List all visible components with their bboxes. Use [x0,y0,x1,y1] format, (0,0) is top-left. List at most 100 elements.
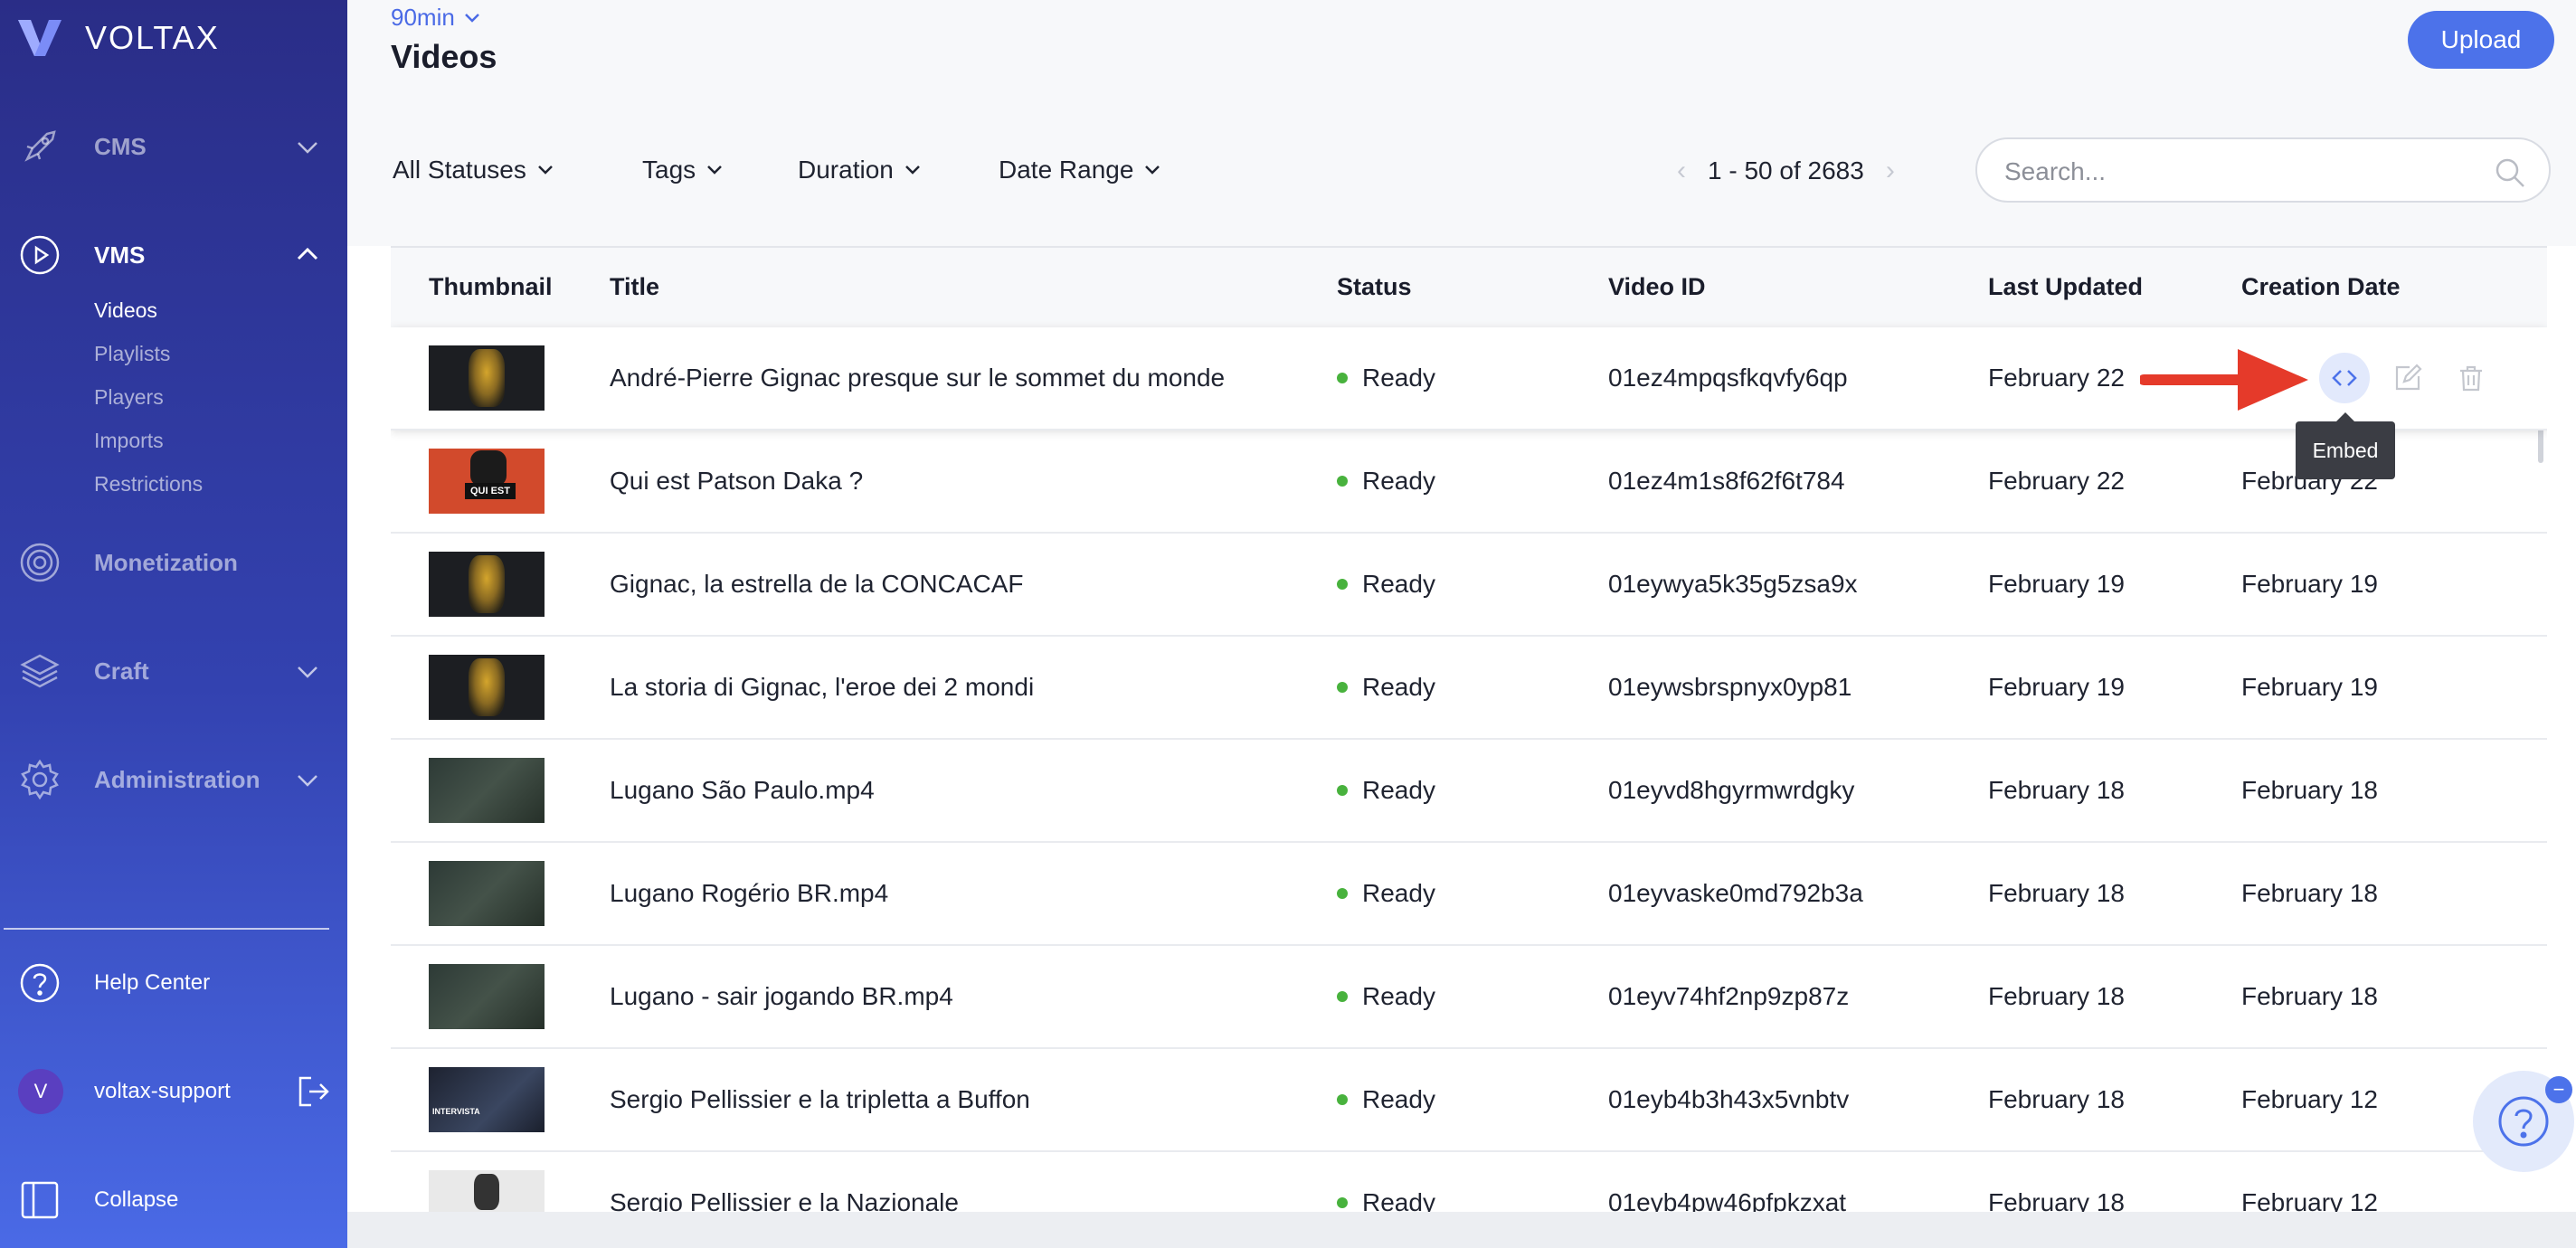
table-row[interactable]: Gignac, la estrella de la CONCACAF Ready… [391,534,2547,637]
table-row[interactable]: Sergio Pellissier e la Nazionale Ready 0… [391,1152,2547,1212]
sidebar-item-imports[interactable]: Imports [94,429,164,453]
video-title[interactable]: Lugano Rogério BR.mp4 [610,879,888,908]
chevron-down-icon [298,775,317,787]
nav-cms-label: CMS [94,132,147,160]
status-text: Ready [1362,1188,1435,1212]
nav-craft-label: Craft [94,657,149,685]
table-row[interactable]: Lugano São Paulo.mp4 Ready 01eyvd8hgyrmw… [391,740,2547,843]
status-text: Ready [1362,776,1435,804]
last-updated: February 18 [1988,1085,2125,1113]
video-id: 01ez4m1s8f62f6t784 [1608,467,1845,495]
table-row[interactable]: QUI EST Qui est Patson Daka ? Ready 01ez… [391,430,2547,534]
sidebar-item-videos[interactable]: Videos [94,298,157,323]
creation-date: February 18 [2241,982,2378,1010]
creation-date: February 12 [2241,1085,2378,1113]
video-title[interactable]: Sergio Pellissier e la tripletta a Buffo… [610,1085,1030,1114]
creation-date: February 19 [2241,673,2378,701]
chevron-left-icon[interactable]: ‹ [1677,156,1686,186]
edit-icon [2395,364,2422,391]
sidebar-item-restrictions[interactable]: Restrictions [94,472,203,496]
column-status[interactable]: Status [1337,273,1412,301]
video-title[interactable]: Lugano São Paulo.mp4 [610,776,875,805]
video-thumbnail[interactable]: INTERVISTA [429,1067,545,1132]
nav-monetization[interactable]: Monetization [0,526,347,599]
video-thumbnail[interactable] [429,345,545,411]
help-circle-icon [18,961,62,1005]
table-row[interactable]: La storia di Gignac, l'eroe dei 2 mondi … [391,637,2547,740]
column-title[interactable]: Title [610,273,659,301]
page-title: Videos [391,38,497,75]
tags-filter-label: Tags [642,156,696,184]
search-icon[interactable] [2495,157,2525,188]
status-text: Ready [1362,570,1435,598]
video-thumbnail[interactable] [429,861,545,926]
upload-button[interactable]: Upload [2408,11,2554,69]
video-id: 01eyvd8hgyrmwrdgky [1608,776,1855,804]
collapse-button[interactable]: Collapse [0,1168,347,1232]
nav-administration[interactable]: Administration [0,743,347,816]
chevron-down-icon [298,667,317,678]
video-id: 01eyb4b3h43x5vnbtv [1608,1085,1850,1113]
creation-date: February 18 [2241,879,2378,907]
video-thumbnail[interactable] [429,1170,545,1212]
date-range-filter-label: Date Range [999,156,1134,184]
column-last-updated[interactable]: Last Updated [1988,273,2143,301]
table-header: Thumbnail Title Status Video ID Last Upd… [391,246,2547,327]
status-badge: Ready [1337,879,1435,908]
duration-filter[interactable]: Duration [798,156,923,184]
video-title[interactable]: André-Pierre Gignac presque sur le somme… [610,364,1225,392]
table-row[interactable]: INTERVISTA Sergio Pellissier e la triple… [391,1049,2547,1152]
nav-vms[interactable]: VMS [0,219,347,291]
embed-button[interactable] [2319,353,2370,403]
status-badge: Ready [1337,1188,1435,1212]
minimize-badge[interactable]: − [2545,1076,2572,1103]
video-id: 01ez4mpqsfkqvfy6qp [1608,364,1848,392]
status-text: Ready [1362,467,1435,495]
help-center-link[interactable]: Help Center [0,951,347,1015]
video-title[interactable]: La storia di Gignac, l'eroe dei 2 mondi [610,673,1034,702]
nav-monetization-label: Monetization [94,548,238,576]
sidebar-collapse-icon [18,1178,62,1222]
last-updated: February 18 [1988,776,2125,804]
edit-button[interactable] [2382,353,2433,403]
video-thumbnail[interactable] [429,964,545,1029]
creation-date: February 19 [2241,570,2378,598]
user-menu[interactable]: V voltax-support [0,1060,347,1123]
date-range-filter[interactable]: Date Range [999,156,1162,184]
help-circle-icon [2498,1096,2549,1147]
tags-filter[interactable]: Tags [642,156,724,184]
status-badge: Ready [1337,467,1435,496]
last-updated: February 19 [1988,673,2125,701]
video-title[interactable]: Qui est Patson Daka ? [610,467,863,496]
video-id: 01eywsbrspnyx0yp81 [1608,673,1852,701]
table-row[interactable]: Lugano Rogério BR.mp4 Ready 01eyvaske0md… [391,843,2547,946]
layers-icon [18,649,62,693]
sidebar-item-players[interactable]: Players [94,385,164,410]
column-creation-date[interactable]: Creation Date [2241,273,2401,301]
table-row[interactable]: Lugano - sair jogando BR.mp4 Ready 01eyv… [391,946,2547,1049]
page-header: 90min Videos Upload [347,0,2576,94]
status-filter-label: All Statuses [393,156,526,184]
video-title[interactable]: Lugano - sair jogando BR.mp4 [610,982,953,1011]
video-thumbnail[interactable] [429,552,545,617]
last-updated: February 18 [1988,982,2125,1010]
video-thumbnail[interactable] [429,758,545,823]
video-title[interactable]: Gignac, la estrella de la CONCACAF [610,570,1024,599]
logout-icon[interactable] [297,1074,331,1109]
video-thumbnail[interactable]: QUI EST [429,449,545,514]
status-filter[interactable]: All Statuses [393,156,555,184]
video-thumbnail[interactable] [429,655,545,720]
nav-cms[interactable]: CMS [0,110,347,183]
nav-craft[interactable]: Craft [0,635,347,707]
play-circle-icon [18,233,62,277]
column-video-id[interactable]: Video ID [1608,273,1706,301]
row-actions [2319,353,2496,403]
embed-tooltip: Embed [2296,412,2395,479]
voltax-logo[interactable]: VOLTAX [16,16,220,60]
sidebar-item-playlists[interactable]: Playlists [94,342,170,366]
search-input[interactable] [2004,154,2475,190]
chevron-right-icon[interactable]: › [1886,156,1895,186]
delete-button[interactable] [2446,353,2496,403]
org-selector[interactable]: 90min [391,4,482,32]
video-title[interactable]: Sergio Pellissier e la Nazionale [610,1188,959,1212]
